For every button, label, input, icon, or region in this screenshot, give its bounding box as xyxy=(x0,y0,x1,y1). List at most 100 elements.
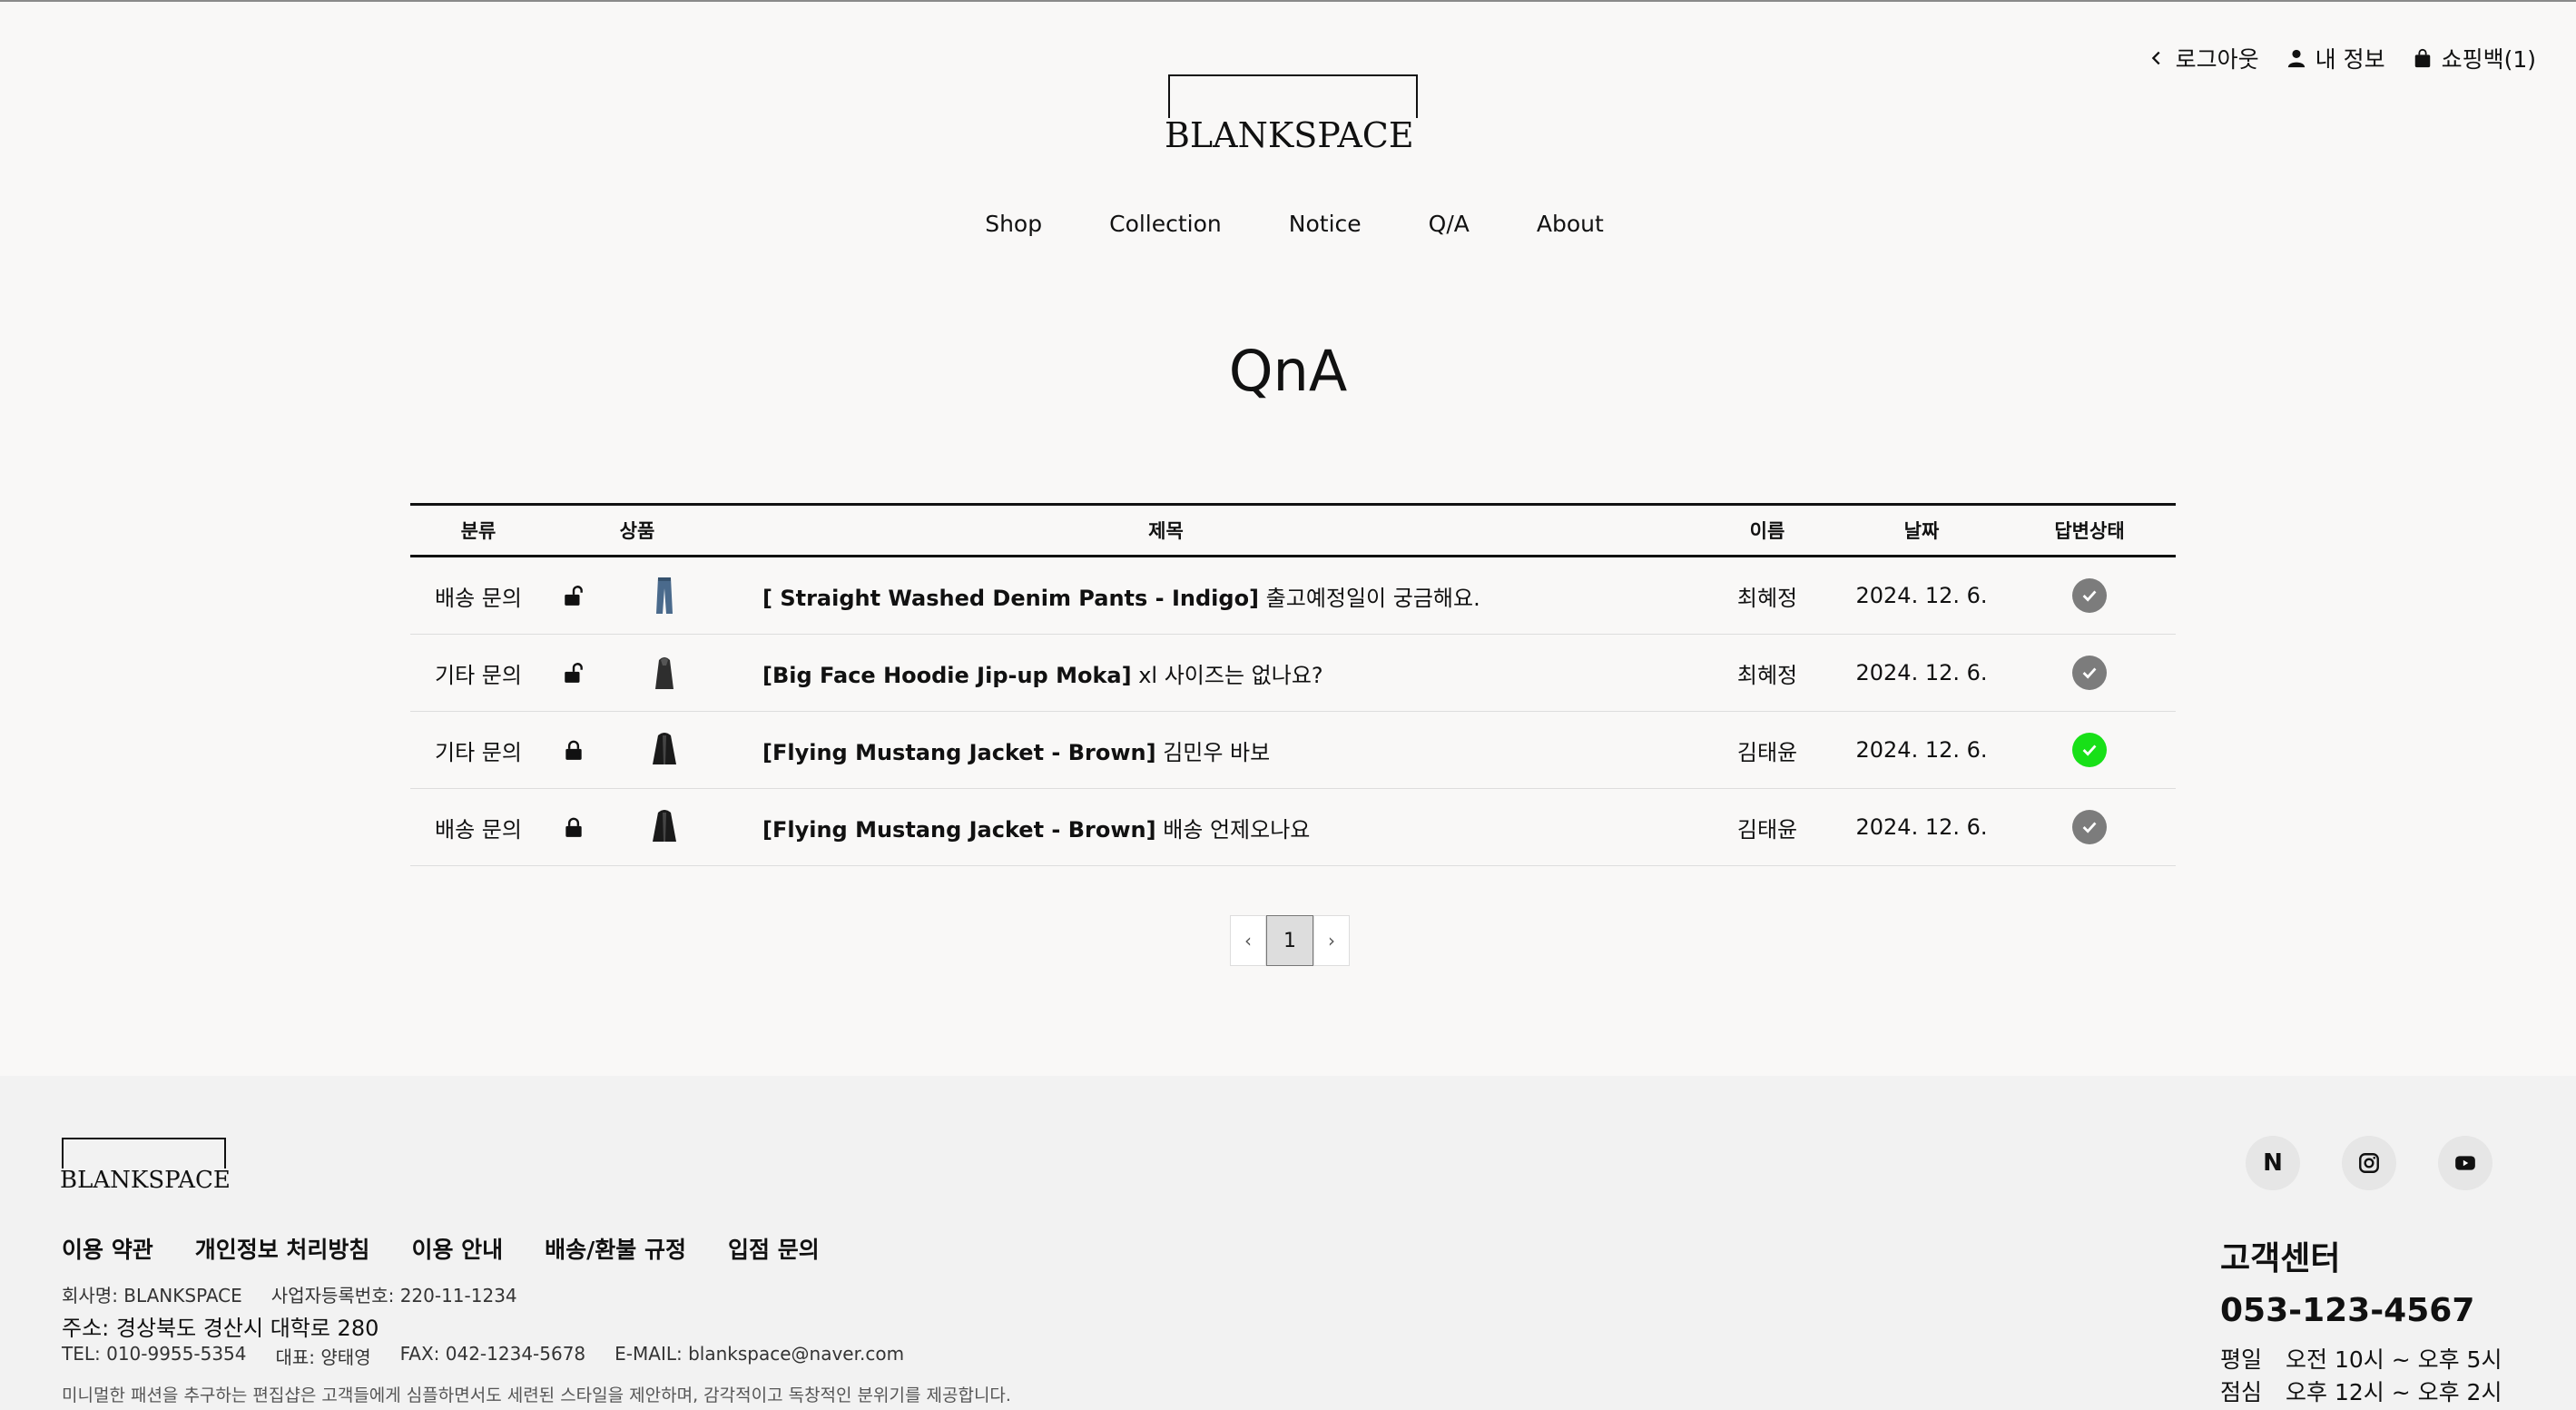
row-name: 최혜정 xyxy=(1736,662,1798,688)
product-thumbnail[interactable] xyxy=(651,653,678,693)
youtube-icon[interactable] xyxy=(2438,1136,2492,1190)
footer-link-refund[interactable]: 배송/환불 규정 xyxy=(545,1232,686,1265)
logo-text: BLANKSPACE xyxy=(1165,118,1418,153)
page-title: QnA xyxy=(1228,338,1348,404)
footer-contact-row: TEL: 010-9955-5354 대표: 양태영 FAX: 042-1234… xyxy=(62,1343,904,1369)
cs-weekday-label: 평일 xyxy=(2220,1346,2263,1373)
header-date: 날짜 xyxy=(1903,520,1940,542)
naver-icon[interactable]: N xyxy=(2246,1136,2300,1190)
check-circle-icon xyxy=(2072,656,2107,690)
row-name: 김태윤 xyxy=(1736,739,1798,765)
row-product-title: [Big Face Hoodie Jip-up Moka] xyxy=(762,662,1132,688)
row-date: 2024. 12. 6. xyxy=(1855,737,1988,763)
row-product-title: [ Straight Washed Denim Pants - Indigo] xyxy=(762,585,1260,611)
table-header: 분류 상품 제목 이름 날짜 답변상태 xyxy=(410,503,2176,557)
header-product: 상품 xyxy=(619,520,655,542)
logout-label: 로그아웃 xyxy=(2175,46,2259,73)
row-date: 2024. 12. 6. xyxy=(1855,660,1988,685)
cs-lunch-hours: 오후 12시 ~ 오후 2시 xyxy=(2286,1379,2502,1405)
instagram-icon[interactable] xyxy=(2342,1136,2396,1190)
cs-hours: 평일 오전 10시 ~ 오후 5시 점심 오후 12시 ~ 오후 2시 xyxy=(2220,1344,2502,1409)
row-title-link[interactable]: [Big Face Hoodie Jip-up Moka] xl 사이즈는 없나… xyxy=(728,657,1695,689)
header-status: 답변상태 xyxy=(2054,520,2125,542)
check-circle-icon xyxy=(2072,733,2107,767)
footer-link-terms[interactable]: 이용 약관 xyxy=(62,1232,153,1265)
nav-collection[interactable]: Collection xyxy=(1109,211,1222,237)
footer-company: 회사명: BLANKSPACE xyxy=(62,1285,242,1306)
site-logo[interactable]: BLANKSPACE xyxy=(1165,73,1421,156)
row-name: 최혜정 xyxy=(1736,585,1798,611)
page-1-button[interactable]: 1 xyxy=(1266,915,1313,966)
footer: BLANKSPACE 이용 약관 개인정보 처리방침 이용 안내 배송/환불 규… xyxy=(0,1076,2576,1410)
footer-description-row: 미니멀한 패션을 추구하는 편집샵은 고객들에게 심플하면서도 세련된 스타일을… xyxy=(62,1382,1011,1406)
footer-links: 이용 약관 개인정보 처리방침 이용 안내 배송/환불 규정 입점 문의 xyxy=(62,1232,820,1265)
cart-label: 쇼핑백(1) xyxy=(2441,46,2536,73)
row-category: 배송 문의 xyxy=(435,585,522,611)
my-info-label: 내 정보 xyxy=(2315,46,2385,73)
table-row[interactable]: 기타 문의 [Flying Mustang Jacket - Brown] 김민… xyxy=(410,712,2176,789)
header-category: 분류 xyxy=(460,520,497,542)
main-nav: Shop Collection Notice Q/A About xyxy=(0,211,2576,237)
social-links: N xyxy=(2246,1136,2492,1190)
check-circle-icon xyxy=(2072,810,2107,844)
footer-logo[interactable]: BLANKSPACE xyxy=(60,1138,232,1194)
footer-description: 미니멀한 패션을 추구하는 편집샵은 고객들에게 심플하면서도 세련된 스타일을… xyxy=(62,1385,1011,1405)
next-page-button[interactable]: › xyxy=(1313,915,1350,966)
table-row[interactable]: 배송 문의 [ Straight Washed Denim Pants - In… xyxy=(410,557,2176,635)
table-row[interactable]: 배송 문의 [Flying Mustang Jacket - Brown] 배송… xyxy=(410,789,2176,866)
row-question: xl 사이즈는 없나요? xyxy=(1131,662,1323,688)
unlock-icon xyxy=(565,663,583,683)
footer-fax: FAX: 042-1234-5678 xyxy=(399,1343,586,1365)
cs-lunch-label: 점심 xyxy=(2220,1379,2263,1405)
row-title-link[interactable]: [ Straight Washed Denim Pants - Indigo] … xyxy=(728,580,1695,612)
nav-qa[interactable]: Q/A xyxy=(1429,211,1470,237)
row-question: 출고예정일이 궁금해요. xyxy=(1259,585,1480,611)
footer-link-privacy[interactable]: 개인정보 처리방침 xyxy=(195,1232,370,1265)
nav-shop[interactable]: Shop xyxy=(985,211,1042,237)
check-circle-icon xyxy=(2072,578,2107,613)
my-info-link[interactable]: 내 정보 xyxy=(2286,42,2385,74)
customer-center: 고객센터 053-123-4567 평일 오전 10시 ~ 오후 5시 점심 오후 … xyxy=(2220,1232,2502,1409)
row-product-title: [Flying Mustang Jacket - Brown] xyxy=(762,739,1156,765)
footer-link-partner[interactable]: 입점 문의 xyxy=(728,1232,820,1265)
nav-about[interactable]: About xyxy=(1537,211,1604,237)
product-thumbnail[interactable] xyxy=(651,730,678,770)
footer-biz-no: 사업자등록번호: 220-11-1234 xyxy=(270,1285,517,1306)
nav-notice[interactable]: Notice xyxy=(1289,211,1362,237)
lock-icon xyxy=(565,817,582,837)
row-name: 김태윤 xyxy=(1736,816,1798,843)
header-name: 이름 xyxy=(1749,520,1785,542)
footer-ceo: 대표: 양태영 xyxy=(275,1346,371,1368)
unlock-icon xyxy=(565,586,583,606)
row-title-link[interactable]: [Flying Mustang Jacket - Brown] 김민우 바보 xyxy=(728,735,1695,766)
header-util-links: 로그아웃 내 정보 쇼핑백(1) xyxy=(2147,42,2536,74)
footer-company-info: 회사명: BLANKSPACE 사업자등록번호: 220-11-1234 xyxy=(62,1281,517,1307)
row-date: 2024. 12. 6. xyxy=(1855,583,1988,608)
lock-icon xyxy=(565,740,582,760)
pagination: ‹ 1 › xyxy=(1230,915,1350,966)
product-thumbnail[interactable] xyxy=(651,807,678,847)
footer-email: E-MAIL: blankspace@naver.com xyxy=(615,1343,905,1365)
cs-weekday-hours: 오전 10시 ~ 오후 5시 xyxy=(2286,1346,2502,1373)
row-category: 기타 문의 xyxy=(435,662,522,688)
row-question: 배송 언제오나요 xyxy=(1155,816,1311,843)
qna-table: 분류 상품 제목 이름 날짜 답변상태 배송 문의 [ Straight Was… xyxy=(410,503,2176,866)
cart-link[interactable]: 쇼핑백(1) xyxy=(2413,42,2536,74)
row-title-link[interactable]: [Flying Mustang Jacket - Brown] 배송 언제오나요 xyxy=(728,812,1695,843)
top-border xyxy=(0,0,2576,2)
product-thumbnail[interactable] xyxy=(651,576,678,616)
shopping-bag-icon xyxy=(2414,48,2430,68)
row-category: 기타 문의 xyxy=(435,739,522,765)
footer-address-row: 주소: 경상북도 경산시 대학로 280 xyxy=(62,1310,379,1342)
row-question: 김민우 바보 xyxy=(1155,739,1271,765)
row-date: 2024. 12. 6. xyxy=(1855,814,1988,840)
header-title: 제목 xyxy=(1148,520,1184,542)
footer-address: 주소: 경상북도 경산시 대학로 280 xyxy=(62,1316,379,1341)
footer-link-guide[interactable]: 이용 안내 xyxy=(411,1232,503,1265)
logout-link[interactable]: 로그아웃 xyxy=(2147,42,2259,74)
row-category: 배송 문의 xyxy=(435,816,522,843)
user-icon xyxy=(2287,49,2305,68)
table-row[interactable]: 기타 문의 [Big Face Hoodie Jip-up Moka] xl 사… xyxy=(410,635,2176,712)
chevron-left-icon xyxy=(2151,51,2160,65)
prev-page-button[interactable]: ‹ xyxy=(1230,915,1266,966)
